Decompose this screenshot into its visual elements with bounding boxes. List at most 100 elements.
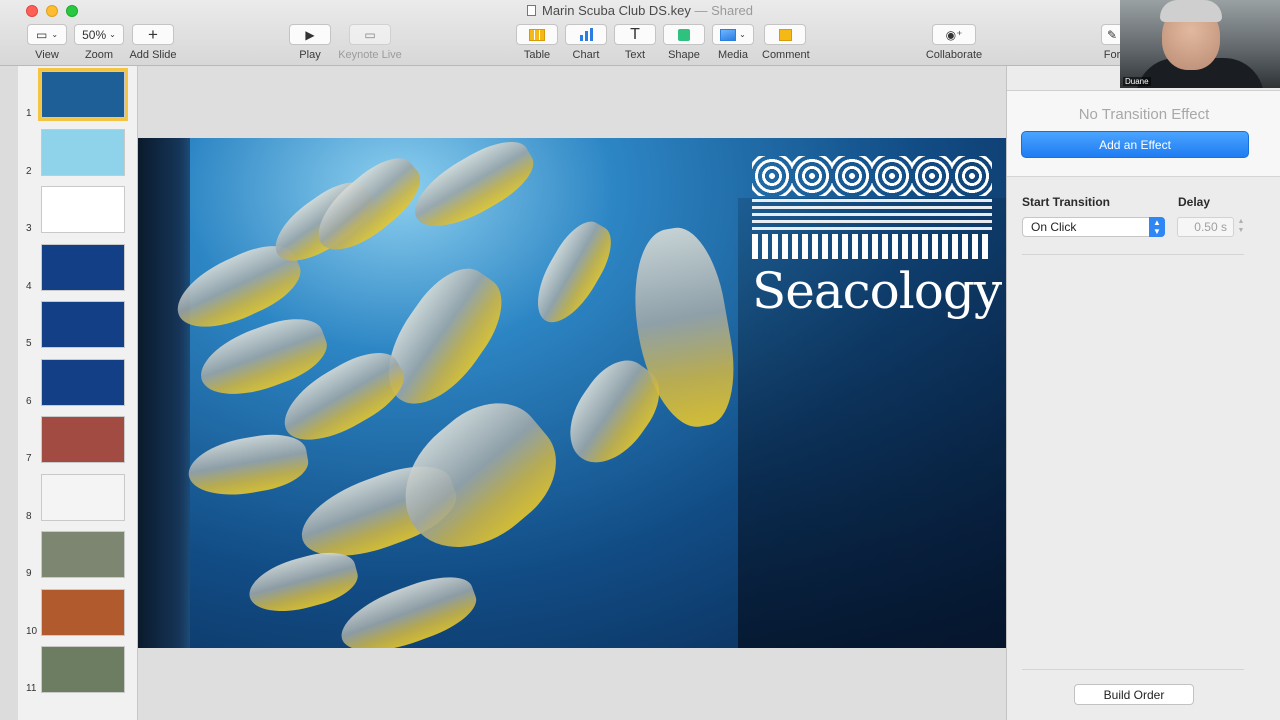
chevron-updown-icon: ▲ ▼ [1149,217,1165,237]
table-label: Table [523,49,551,61]
slide-thumbnail[interactable] [38,68,128,121]
shape-icon [678,28,690,41]
comment-label: Comment [762,49,810,61]
table-icon [529,28,545,41]
keynote-live-control[interactable]: ▭ Keynote Live [336,24,404,61]
document-status: Shared [711,3,753,18]
comment-button[interactable] [764,24,806,45]
video-call-overlay: Duane [1120,0,1280,88]
shape-control[interactable]: Shape [663,24,705,61]
keynote-live-button[interactable]: ▭ [349,24,391,45]
participant-hair [1160,0,1222,22]
play-control[interactable]: ▶ Play [289,24,331,61]
chart-icon [579,28,593,41]
slide-thumbnail-row[interactable]: 8 [18,473,137,524]
divider [1022,254,1244,255]
slide-thumbnail-row[interactable]: 6 [18,358,137,409]
comment-control[interactable]: Comment [762,24,810,61]
slide-number: 1 [26,108,32,119]
table-control[interactable]: Table [516,24,558,61]
document-name: Marin Scuba Club DS.key [541,3,691,18]
shape-label: Shape [668,49,700,61]
slide-thumbnail[interactable] [41,588,125,636]
add-slide-control[interactable]: + Add Slide [128,24,178,61]
slide-thumbnail[interactable] [41,416,125,463]
text-label: Text [624,49,646,61]
delay-field[interactable]: 0.50 s [1177,217,1234,237]
view-button[interactable]: ▭ ⌄ [27,24,67,45]
slide-thumbnail[interactable] [41,473,125,521]
media-control[interactable]: ⌄ Media [712,24,754,61]
title-separator: — [694,3,708,18]
broadcast-icon: ▭ [364,27,376,42]
play-icon: ▶ [305,27,315,42]
add-slide-button[interactable]: + [132,24,174,45]
view-label: View [35,49,59,61]
slide-thumbnail-row[interactable]: 1 [18,68,137,121]
media-label: Media [718,49,748,61]
slide-thumbnail-row[interactable]: 2 [18,128,137,179]
slide-thumbnail[interactable] [41,646,125,693]
slide-thumbnail[interactable] [41,358,125,406]
current-slide[interactable]: Seacology [138,138,1006,648]
chart-control[interactable]: Chart [565,24,607,61]
pier-pillar [138,138,190,648]
left-edge [0,66,18,720]
slide-thumbnail-row[interactable]: 5 [18,301,137,351]
fish-shape [402,138,544,242]
zoom-control[interactable]: 50% ⌄ Zoom [74,24,124,61]
slide-thumbnail[interactable] [41,243,125,291]
chevron-down-icon: ⌄ [109,30,116,39]
add-effect-button[interactable]: Add an Effect [1021,131,1249,158]
image-icon [720,28,737,41]
slide-thumbnail-row[interactable]: 9 [18,531,137,581]
sidebar-icon: ▭ [35,27,48,42]
delay-stepper[interactable]: ▲ ▼ [1236,217,1246,237]
slide-thumbnail[interactable] [41,186,125,233]
slide-thumbnail-row[interactable]: 11 [18,646,137,696]
slide-thumbnail[interactable] [41,531,125,578]
comment-icon [778,28,792,41]
slide-number: 2 [26,165,32,177]
plus-icon: + [148,24,158,44]
slide-navigator[interactable]: 1 2 3 4 5 6 7 8 9 10 11 [18,66,138,720]
slide-canvas[interactable]: Seacology [138,66,1006,720]
fish-shape [243,544,363,622]
collaborate-icon: ◉⁺ [945,27,963,42]
keynote-live-label: Keynote Live [338,49,402,61]
slide-thumbnail-row[interactable]: 7 [18,416,137,466]
media-button[interactable]: ⌄ [712,24,754,45]
chart-label: Chart [572,49,600,61]
text-control[interactable]: T Text [614,24,656,61]
view-control[interactable]: ▭ ⌄ View [26,24,68,61]
collaborate-button[interactable]: ◉⁺ [932,24,976,45]
paintbrush-icon: ✎ [1106,27,1118,42]
delay-label: Delay [1178,195,1211,209]
collaborate-label: Collaborate [925,49,983,61]
chart-button[interactable] [565,24,607,45]
slide-thumbnail[interactable] [41,301,125,348]
text-icon: T [630,25,640,43]
slide-thumbnail-row[interactable]: 4 [18,243,137,294]
collaborate-control[interactable]: ◉⁺ Collaborate [922,24,986,61]
slide-thumbnail-row[interactable]: 10 [18,588,137,639]
slide-thumbnail-row[interactable]: 3 [18,186,137,236]
participant-name: Duane [1123,77,1151,86]
transition-inspector: Tra No Transition Effect Add an Effect S… [1006,66,1280,720]
text-button[interactable]: T [614,24,656,45]
zoom-value: 50% [82,27,107,42]
table-button[interactable] [516,24,558,45]
shape-button[interactable] [663,24,705,45]
zoom-select[interactable]: 50% ⌄ [74,24,124,45]
fish-shape [184,427,312,504]
slide-number: 6 [26,395,32,407]
slide-number: 11 [26,683,37,694]
logo-band-pattern [752,196,992,230]
chevron-down-icon: ⌄ [51,30,59,39]
slide-thumbnail[interactable] [41,128,125,176]
fish-shape [523,212,623,334]
build-order-button[interactable]: Build Order [1074,684,1194,705]
play-button[interactable]: ▶ [289,24,331,45]
slide-number: 4 [26,280,32,292]
start-transition-select[interactable]: On Click ▲ ▼ [1022,217,1165,237]
